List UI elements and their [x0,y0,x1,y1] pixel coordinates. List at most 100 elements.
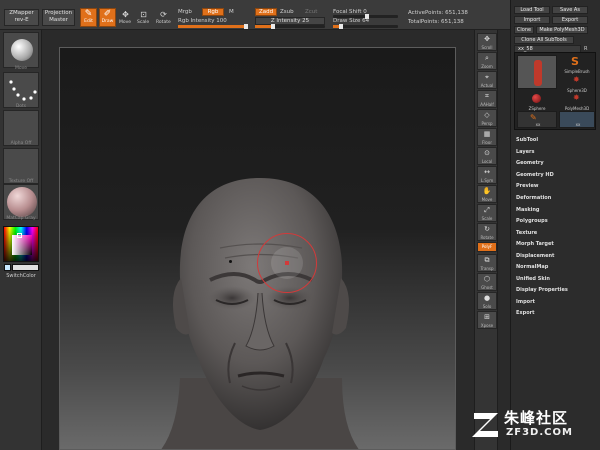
solo-button[interactable]: ● Solo [477,292,497,310]
mrgb-toggle[interactable]: Mrgb [178,9,192,15]
zcut-toggle[interactable]: Zcut [305,9,317,15]
tool-thumb-zsphere[interactable]: ZSphere [517,93,557,111]
menu-display-properties[interactable]: Display Properties [516,287,568,293]
floor-label: Floor [482,140,492,145]
stroke-label: Dots [15,104,27,109]
solo-icon: ● [483,294,491,302]
edit-icon: ✎ [84,9,93,19]
local-button[interactable]: ⊙ Local [477,147,497,165]
zoom-button[interactable]: ⌕ Zoom [477,52,497,70]
transp-icon: ⧉ [484,256,490,264]
ghost-button[interactable]: ⬡ Ghost [477,273,497,291]
material-selector[interactable] [3,184,39,220]
shelf-scale-button[interactable]: ⤢ Scale [477,204,497,222]
rotate-button[interactable]: ⟳ Rotate [156,9,172,27]
scroll-button[interactable]: ✥ Scroll [477,33,497,51]
menu-morph-target[interactable]: Morph Target [516,241,554,247]
projection-sub-label: Master [49,17,68,23]
menu-displacement[interactable]: Displacement [516,253,554,259]
tool-thumb-selected[interactable]: xx [559,111,595,128]
tool-thumb-polymesh3d[interactable]: ✸ PolyMesh3D [559,93,595,111]
menu-normalmap[interactable]: NormalMap [516,264,548,270]
clone-all-subtools-button[interactable]: Clone All SubTools [514,36,574,44]
brush-selector[interactable] [3,32,39,68]
rgb-intensity-control[interactable]: Rgb Intensity 100 [178,18,227,24]
draw-size-slider[interactable] [333,24,398,29]
ghost-icon: ⬡ [483,275,491,283]
import-tool-button[interactable]: Import [514,16,550,24]
save-as-button[interactable]: Save As [552,6,588,14]
pen-tool-icon: ✎ [530,113,537,122]
load-tool-button[interactable]: Load Tool [514,6,550,14]
m-toggle[interactable]: M [229,9,234,15]
persp-button[interactable]: ◇ Persp [477,109,497,127]
menu-preview[interactable]: Preview [516,183,539,189]
total-points-readout: TotalPoints: 651,138 [408,19,464,25]
floor-button[interactable]: ▦ Floor [477,128,497,146]
actual-button[interactable]: ⌖ Actual [477,71,497,89]
secondary-color-swatch[interactable] [4,264,11,271]
projection-master-button[interactable]: Projection Master [42,9,75,26]
zadd-toggle[interactable]: Zadd [255,8,277,16]
menu-geometry-hd[interactable]: Geometry HD [516,172,554,178]
local-icon: ⊙ [484,149,490,157]
tool-thumb-simplebrush[interactable]: S SimpleBrush [559,55,595,74]
rgb-intensity-knob[interactable] [244,24,248,29]
floor-icon: ▦ [483,130,491,138]
menu-layers[interactable]: Layers [516,149,535,155]
aahalf-button[interactable]: ⌗ AAHalf [477,90,497,108]
menu-export[interactable]: Export [516,310,535,316]
z-intensity-knob[interactable] [271,24,275,29]
color-picker[interactable] [3,226,39,262]
rgb-intensity-slider[interactable] [178,24,248,29]
scale-button[interactable]: ⊡ Scale [137,9,151,27]
polyf-button[interactable]: PolyF [477,242,497,252]
clone-button[interactable]: Clone [514,26,534,34]
tool-thumb-pen[interactable]: ✎ xx [517,111,557,128]
draw-button[interactable]: ✐ Draw [99,8,116,27]
watermark-chinese-text: 朱峰社区 [504,409,569,427]
menu-polygroups[interactable]: Polygroups [516,218,548,224]
menu-masking[interactable]: Masking [516,207,540,213]
draw-size-knob[interactable] [339,24,343,29]
z-intensity-slider[interactable] [255,24,325,29]
menu-import[interactable]: Import [516,299,535,305]
shelf-rotate-button[interactable]: ↻ Rotate [477,223,497,241]
shelf-scale-label: Scale [481,216,493,221]
move-icon: ✥ [122,10,129,19]
xpose-label: Xpose [480,323,494,328]
active-points-label: ActivePoints: [408,10,444,16]
shelf-move-button[interactable]: ✋ Move [477,185,497,203]
zmapper-button[interactable]: ZMapper rev-E [4,9,39,26]
tool-thumb-sphere3d[interactable]: ✸ Sphere3D [559,75,595,93]
lsym-label: L.Sym [480,178,494,183]
edit-label: Edit [84,19,93,24]
tool-thumb-figure[interactable] [517,55,557,89]
menu-texture[interactable]: Texture [516,230,537,236]
z-intensity-control[interactable]: Z Intensity 25 [255,17,325,25]
transp-button[interactable]: ⧉ Transp [477,254,497,272]
main-color-swatch[interactable] [12,264,39,271]
left-shelf: Move Dots Alpha Off Texture Off MatCap G… [0,30,42,450]
menu-subtool[interactable]: SubTool [516,137,538,143]
move-button[interactable]: ✥ Move [119,9,133,27]
xpose-button[interactable]: ⊞ Xpose [477,311,497,329]
export-tool-button[interactable]: Export [552,16,588,24]
lsym-button[interactable]: ↔ L.Sym [477,166,497,184]
zsub-toggle[interactable]: Zsub [280,9,294,15]
menu-unified-skin[interactable]: Unified Skin [516,276,550,282]
stroke-selector[interactable] [3,72,39,108]
menu-deformation[interactable]: Deformation [516,195,551,201]
rgb-toggle[interactable]: Rgb [202,8,224,16]
edit-button[interactable]: ✎ Edit [80,8,97,27]
simplebrush-label: SimpleBrush [564,69,590,74]
make-polymesh-button[interactable]: Make PolyMesh3D [536,26,588,34]
switch-color-button[interactable]: SwitchColor [0,273,42,279]
document-canvas[interactable] [59,47,456,450]
menu-geometry[interactable]: Geometry [516,160,544,166]
color-picker-cursor[interactable] [17,233,22,238]
tool-thumbnail-grid: S SimpleBrush ✸ Sphere3D ZSphere ✸ PolyM… [514,52,596,130]
active-points-value: 651,138 [445,10,468,16]
persp-icon: ◇ [484,111,490,119]
ghost-label: Ghost [481,285,493,290]
